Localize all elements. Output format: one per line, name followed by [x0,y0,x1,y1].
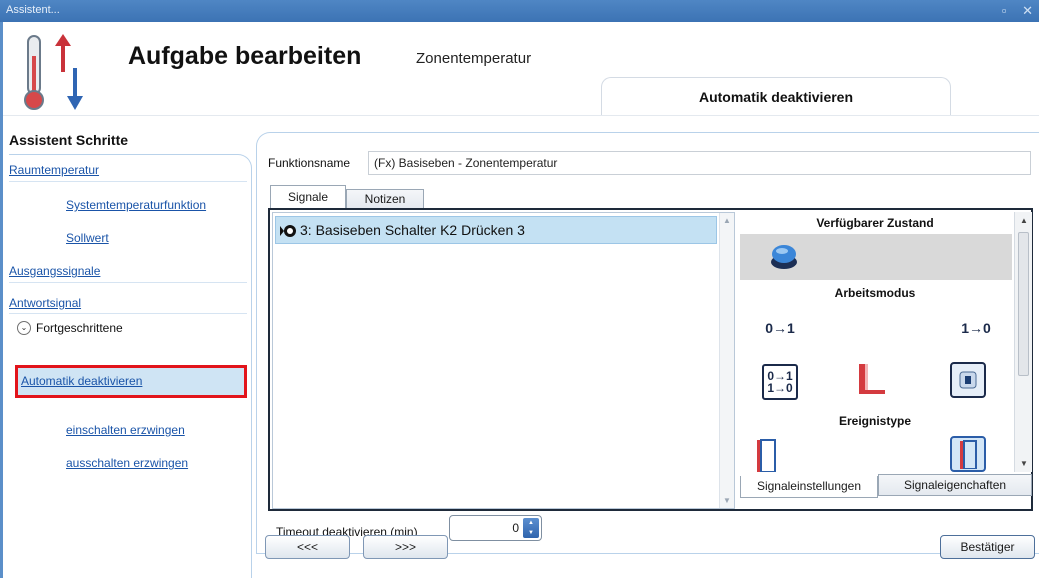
function-name-label: Funktionsname [268,156,351,170]
divider [9,313,247,314]
step-raumtemperatur[interactable]: Raumtemperatur [9,163,99,177]
mode-both-icon[interactable]: 0→1 1→0 [762,364,798,400]
signal-name: 3: Basiseben Schalter K2 Drücken 3 [300,222,525,238]
scroll-thumb[interactable] [1018,232,1029,376]
tab-signale[interactable]: Signale [270,185,346,209]
palette-scrollbar[interactable]: ▲ ▼ [1014,212,1032,472]
tab-signaleigenschaften[interactable]: Signaleigenchaften [878,474,1032,496]
signal-list-scrollbar[interactable]: ▲ ▼ [719,213,734,508]
scroll-up-icon[interactable]: ▲ [1020,216,1028,225]
step-einschalten-erzwingen[interactable]: einschalten erzwingen [66,423,185,437]
timeout-stepper[interactable]: 0 ▲ ▼ [449,515,542,541]
header-divider [3,115,1039,116]
signal-settings-palette: Verfügbarer Zustand Arbeitsmodus 0→1 1→0… [740,212,1032,472]
step-antwortsignal[interactable]: Antwortsignal [9,296,81,310]
mode-0-to-1-icon[interactable]: 0→1 [762,310,798,346]
pulse-mode-icon[interactable] [852,362,888,398]
event-edge-icon[interactable] [748,436,784,472]
thermometer-icon [24,34,83,110]
scroll-down-icon[interactable]: ▼ [1020,459,1028,468]
group-fortgeschrittene[interactable]: ⌄ Fortgeschrittene [17,321,123,335]
page-title: Aufgabe bearbeiten [128,42,362,70]
signals-frame: 3: Basiseben Schalter K2 Drücken 3 ▲ ▼ V… [268,208,1033,511]
state-band [740,234,1012,280]
scroll-down-icon[interactable]: ▼ [723,496,731,505]
divider [9,181,247,182]
window-title: Assistent... [6,4,60,16]
mode-both-bottom: 1→0 [767,381,793,395]
toggle-mode-icon[interactable] [950,362,986,398]
window-controls[interactable]: ▫ ✕ [1002,3,1039,19]
push-button-icon [280,225,296,237]
pushbutton-state-icon[interactable] [766,238,802,274]
section-verfuegbarer-zustand: Verfügbarer Zustand [816,216,934,230]
wizard-steps-list: Raumtemperatur Systemtemperaturfunktion … [9,154,252,578]
window-titlebar: Assistent... ▫ ✕ [0,0,1039,22]
tab-signaleinstellungen[interactable]: Signaleinstellungen [740,476,878,498]
wizard-window: Aufgabe bearbeiten Zonentemperatur Autom… [0,22,1039,578]
scroll-up-icon[interactable]: ▲ [723,216,731,225]
step-label[interactable]: Automatik deaktivieren [21,374,142,388]
step-ausschalten-erzwingen[interactable]: ausschalten erzwingen [66,456,188,470]
current-step-tab: Automatik deaktivieren [601,77,951,115]
step-automatik-deaktivieren[interactable]: Automatik deaktivieren [15,365,247,398]
event-level-icon[interactable] [950,436,986,472]
list-item[interactable]: 3: Basiseben Schalter K2 Drücken 3 [275,216,717,244]
section-arbeitsmodus: Arbeitsmodus [834,286,916,300]
step-content-panel: Funktionsname (Fx) Basiseben - Zonentemp… [256,132,1039,554]
signal-list[interactable]: 3: Basiseben Schalter K2 Drücken 3 ▲ ▼ [272,212,735,509]
step-ausgangssignale[interactable]: Ausgangssignale [9,264,100,278]
back-button[interactable]: <<< [265,535,350,559]
timeout-value[interactable]: 0 [512,521,519,535]
divider [9,282,247,283]
page-subtitle: Zonentemperatur [416,50,532,67]
next-button[interactable]: >>> [363,535,448,559]
chevron-down-icon[interactable]: ⌄ [17,321,31,335]
tab-notizen[interactable]: Notizen [346,189,424,209]
function-name-field[interactable]: (Fx) Basiseben - Zonentemperatur [368,151,1031,175]
step-systemtemperaturfunktion[interactable]: Systemtemperaturfunktion [66,198,206,212]
wizard-steps-title: Assistent Schritte [9,132,129,148]
group-label: Fortgeschrittene [36,321,123,335]
section-ereignistype: Ereignistype [838,414,912,428]
confirm-button[interactable]: Bestätiger [940,535,1035,559]
wizard-steps-panel: Assistent Schritte Raumtemperatur System… [9,132,252,578]
step-sollwert[interactable]: Sollwert [66,231,109,245]
mode-1-to-0-icon[interactable]: 1→0 [958,310,994,346]
stepper-arrows-icon[interactable]: ▲ ▼ [523,518,539,538]
